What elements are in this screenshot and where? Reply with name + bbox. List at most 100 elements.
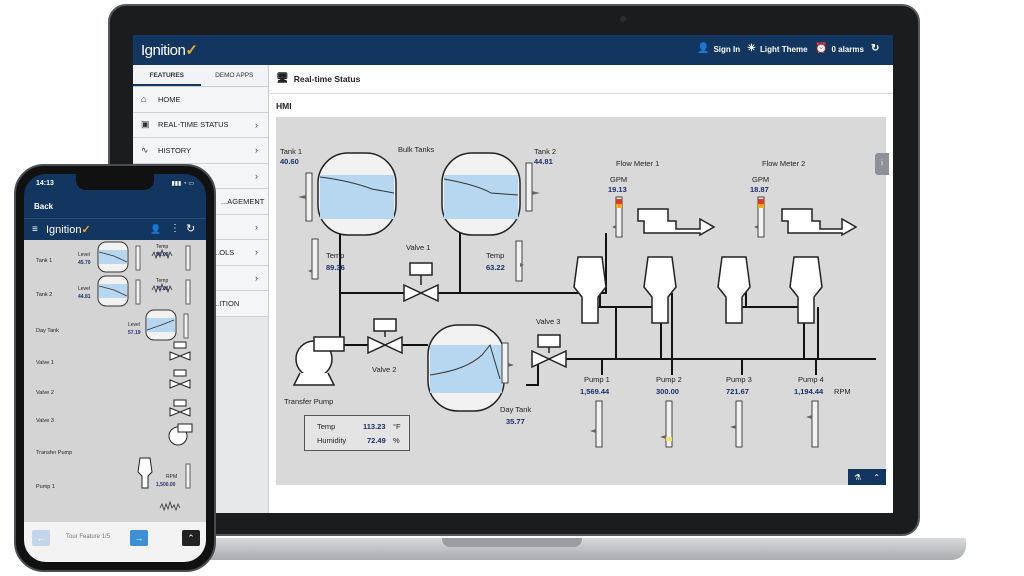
transfer-pump-label: Transfer Pump bbox=[284, 397, 334, 406]
readout-humidity-unit: % bbox=[393, 436, 400, 445]
app-header: Ignition✓ 👤 Sign In ☀ Light Theme ⏰ 0 al… bbox=[133, 35, 893, 65]
refresh-icon: ↻ bbox=[871, 43, 880, 54]
day-tank[interactable] bbox=[427, 324, 505, 412]
phone-logo[interactable]: Ignition✓ bbox=[46, 223, 91, 236]
temp-left-value: 89.36 bbox=[326, 263, 345, 272]
pump-1-value: 1,569.44 bbox=[580, 387, 610, 396]
phone-transfer-pump-label: Transfer Pump bbox=[36, 450, 73, 456]
alarms-button[interactable]: ⏰ 0 alarms bbox=[815, 44, 864, 54]
ignition-logo[interactable]: Ignition✓ bbox=[141, 41, 198, 59]
pump-3-label: Pump 3 bbox=[726, 375, 752, 384]
logo-text: Ignition bbox=[141, 42, 186, 59]
tank-2[interactable] bbox=[441, 152, 521, 236]
chevron-right-icon: › bbox=[255, 247, 258, 258]
refresh-button[interactable]: ↻ bbox=[871, 44, 879, 54]
hamburger-menu-icon[interactable]: ≡ bbox=[32, 224, 38, 235]
phone-hmi-list: Tank 1 Level 45.70 Temp 96.09 Tank 2 Lev… bbox=[24, 240, 206, 522]
tank-1-label: Tank 1 bbox=[280, 147, 303, 156]
user-icon[interactable]: 👤 bbox=[150, 224, 161, 235]
phone-hmi-graphic bbox=[97, 241, 193, 512]
sidebar-item-label: HOME bbox=[158, 94, 181, 104]
chevron-right-icon: › bbox=[255, 196, 258, 207]
flow-meter-1-label: Flow Meter 1 bbox=[616, 159, 660, 168]
sign-in-label: Sign In bbox=[713, 44, 741, 54]
phone-valve-1-label: Valve 1 bbox=[36, 360, 54, 366]
sidebar-item-history[interactable]: ∿ HISTORY › bbox=[133, 138, 268, 164]
sidebar-item-label: HISTORY bbox=[158, 145, 192, 155]
phone-tank-1-temp-label: Temp bbox=[156, 244, 169, 250]
sidebar-item-label: ...OLS bbox=[213, 247, 235, 257]
bulk-tanks-label: Bulk Tanks bbox=[398, 145, 435, 154]
tab-demo-apps[interactable]: DEMO APPS bbox=[201, 65, 269, 86]
sidebar-item-label: REAL-TIME STATUS bbox=[158, 120, 229, 130]
theme-toggle[interactable]: ☀ Light Theme bbox=[747, 44, 808, 54]
camera-dot bbox=[620, 16, 626, 22]
more-vertical-icon[interactable]: ⋮ bbox=[170, 223, 180, 234]
chevron-right-icon: › bbox=[255, 221, 258, 232]
phone-tank-2-label: Tank 2 bbox=[36, 292, 53, 298]
pump-4-value: 1,194.44 bbox=[794, 387, 824, 396]
back-button[interactable]: Back bbox=[34, 202, 53, 211]
valve-1-label: Valve 1 bbox=[406, 243, 431, 252]
status-time: 14:13 bbox=[36, 180, 54, 187]
readout-temp-label: Temp bbox=[317, 422, 336, 431]
pump-1-label: Pump 1 bbox=[584, 375, 610, 384]
flow-meter-1-value: 19.13 bbox=[608, 185, 627, 194]
phone-pump-1-label: Pump 1 bbox=[36, 484, 55, 490]
phone-tank-2-temp-label: Temp bbox=[156, 278, 169, 284]
day-tank-label: Day Tank bbox=[500, 405, 532, 414]
phone-tank-1-temp-value: 96.09 bbox=[156, 252, 169, 258]
readout-temp-value: 113.23 bbox=[363, 422, 386, 431]
section-title: HMI bbox=[276, 101, 292, 111]
rpm-unit-label: RPM bbox=[834, 387, 851, 396]
theme-label: Light Theme bbox=[759, 44, 808, 54]
status-icon: ▣ bbox=[141, 119, 150, 130]
phone-day-tank-level-label: Level bbox=[128, 322, 140, 328]
pump-2-value: 300.00 bbox=[656, 387, 679, 396]
valve-2-label: Valve 2 bbox=[372, 365, 397, 374]
chevron-right-icon: › bbox=[255, 145, 258, 156]
phone-valve-3-label: Valve 3 bbox=[36, 418, 54, 424]
logo-check-icon: ✓ bbox=[81, 224, 91, 236]
phone-tank-2-temp-value: 70.31 bbox=[156, 286, 169, 292]
sign-in-button[interactable]: 👤 Sign In bbox=[697, 44, 740, 54]
phone-tank-1-level-value: 45.70 bbox=[78, 260, 91, 266]
flask-icon[interactable]: ⚗ bbox=[854, 473, 861, 482]
sidebar-item-real-time-status[interactable]: ▣ REAL-TIME STATUS › bbox=[133, 112, 268, 138]
status-icons: ▮▮▮ ◔ ▭ bbox=[171, 181, 194, 187]
temp-left-label: Temp bbox=[326, 251, 345, 260]
phone-app-bar: ≡ Ignition✓ 👤 ⋮ ↻ bbox=[24, 218, 206, 240]
valve-3-label: Valve 3 bbox=[536, 317, 561, 326]
device-mockup: Ignition✓ 👤 Sign In ☀ Light Theme ⏰ 0 al… bbox=[0, 0, 1024, 576]
tab-features[interactable]: FEATURES bbox=[133, 65, 201, 86]
temp-right-value: 63.22 bbox=[486, 263, 505, 272]
readout-temp-unit: °F bbox=[393, 422, 401, 431]
phone-day-tank-label: Day Tank bbox=[36, 328, 59, 334]
tour-footer: ← Tour Feature 1/5 → ⌃ bbox=[24, 522, 206, 562]
sidebar-tabs: FEATURES DEMO APPS bbox=[133, 65, 268, 87]
valve-3-graphic bbox=[531, 334, 567, 369]
sun-icon: ☀ bbox=[747, 43, 756, 54]
phone-day-tank-level-value: 57.19 bbox=[128, 330, 141, 336]
flow-meter-2-label: Flow Meter 2 bbox=[762, 159, 806, 168]
tour-label: Tour Feature 1/5 bbox=[66, 534, 111, 540]
alarms-label: 0 alarms bbox=[831, 44, 864, 54]
chevron-up-icon[interactable]: ⌃ bbox=[873, 473, 880, 482]
hmi-panel: Bulk Tanks Tank 1 40.60 Tank 2 44.81 Tem… bbox=[276, 117, 889, 485]
refresh-icon[interactable]: ↻ bbox=[186, 222, 195, 235]
tour-next-button[interactable]: → bbox=[130, 530, 148, 546]
tour-prev-button[interactable]: ← bbox=[32, 530, 50, 546]
readout-humidity-label: Humidity bbox=[317, 436, 347, 445]
info-tab-icon[interactable]: i bbox=[875, 153, 889, 175]
tank-1[interactable] bbox=[317, 152, 397, 236]
phone-tank-2-level-label: Level bbox=[78, 286, 90, 292]
pump-2-label: Pump 2 bbox=[656, 375, 682, 384]
flow-meter-2-value: 18.87 bbox=[750, 185, 769, 194]
valve-1-graphic bbox=[403, 262, 439, 303]
collapse-button[interactable]: ⌃ bbox=[182, 530, 200, 546]
phone-tank-1-level-label: Level bbox=[78, 252, 90, 258]
main-content: 🖥 Real-time Status HMI Bulk Tanks Tank 1… bbox=[270, 65, 893, 513]
sidebar-item-home[interactable]: ⌂ HOME bbox=[133, 87, 268, 113]
laptop-notch bbox=[442, 538, 582, 547]
day-tank-value: 35.77 bbox=[506, 417, 525, 426]
